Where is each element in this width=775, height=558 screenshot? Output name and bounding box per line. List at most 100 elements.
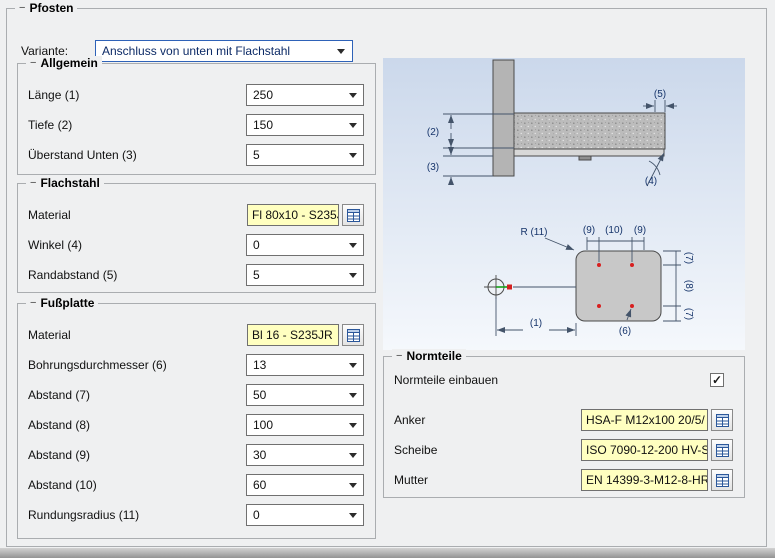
connection-preview-drawing: (2) (3) (5) (4) R (11) (9) (10) (9) (7) … bbox=[383, 58, 745, 350]
chevron-down-icon bbox=[349, 423, 357, 428]
group-title-text: Allgemein bbox=[40, 56, 97, 70]
randabstand-combobox[interactable]: 5 bbox=[246, 264, 364, 286]
normteile-einbauen-checkbox[interactable]: ✓ bbox=[710, 373, 724, 387]
chevron-down-icon bbox=[349, 513, 357, 518]
collapse-icon[interactable]: − bbox=[396, 349, 402, 363]
normteile-groupbox: − Normteile Normteile einbauen ✓ Anker H… bbox=[383, 356, 745, 498]
ueberstand-unten-label: Überstand Unten (3) bbox=[28, 144, 137, 166]
window-bottom-edge bbox=[0, 548, 775, 558]
anker-catalog-button[interactable] bbox=[711, 409, 733, 431]
anker-value: HSA-F M12x100 20/5/ bbox=[586, 413, 705, 427]
randabstand-label: Randabstand (5) bbox=[28, 264, 117, 286]
flat-steel-tab bbox=[579, 156, 591, 160]
mutter-value: EN 14399-3-M12-8-HR bbox=[586, 473, 708, 487]
material-fussplatte-catalog-button[interactable] bbox=[342, 324, 364, 346]
anker-field[interactable]: HSA-F M12x100 20/5/ bbox=[581, 409, 708, 431]
pfosten-group-title: − Pfosten bbox=[15, 1, 77, 15]
material-flachstahl-catalog-button[interactable] bbox=[342, 204, 364, 226]
anker-label: Anker bbox=[394, 409, 425, 431]
base-plate-shape bbox=[576, 251, 661, 321]
dimension-label-2: (2) bbox=[427, 127, 439, 138]
material-flachstahl-label: Material bbox=[28, 204, 71, 226]
tiefe-label: Tiefe (2) bbox=[28, 114, 72, 136]
fussplatte-group-title: − Fußplatte bbox=[26, 296, 98, 310]
abstand-9-label: Abstand (9) bbox=[28, 444, 90, 466]
material-value: Bl 16 - S235JR bbox=[252, 328, 333, 342]
dimension-label-9a: (9) bbox=[583, 225, 595, 236]
group-title-text: Flachstahl bbox=[40, 176, 99, 190]
combo-value: 5 bbox=[253, 148, 260, 162]
rundungsradius-combobox[interactable]: 0 bbox=[246, 504, 364, 526]
chevron-down-icon bbox=[349, 393, 357, 398]
dimension-label-9b: (9) bbox=[634, 225, 646, 236]
winkel-combobox[interactable]: 0 bbox=[246, 234, 364, 256]
scheibe-value: ISO 7090-12-200 HV-S bbox=[586, 443, 708, 457]
group-title-text: Normteile bbox=[406, 349, 461, 363]
abstand-7-combobox[interactable]: 50 bbox=[246, 384, 364, 406]
catalog-table-icon bbox=[347, 329, 360, 342]
flachstahl-group-title: − Flachstahl bbox=[26, 176, 104, 190]
collapse-icon[interactable]: − bbox=[19, 1, 25, 15]
material-flachstahl-field[interactable]: Fl 80x10 - S235JR bbox=[247, 204, 339, 226]
abstand-8-combobox[interactable]: 100 bbox=[246, 414, 364, 436]
bolt-hole bbox=[597, 304, 601, 308]
bolt-hole bbox=[597, 263, 601, 267]
bohrungsdurchmesser-combobox[interactable]: 13 bbox=[246, 354, 364, 376]
group-title-text: Pfosten bbox=[29, 1, 73, 15]
normteile-einbauen-label: Normteile einbauen bbox=[394, 369, 498, 391]
normteile-group-title: − Normteile bbox=[392, 349, 466, 363]
dimension-label-7b: (7) bbox=[683, 308, 694, 320]
chevron-down-icon bbox=[349, 483, 357, 488]
fussplatte-groupbox: − Fußplatte Material Bl 16 - S235JR Bohr… bbox=[17, 303, 376, 539]
dimension-label-7a: (7) bbox=[683, 252, 694, 264]
chevron-down-icon bbox=[337, 49, 345, 54]
ueberstand-unten-combobox[interactable]: 5 bbox=[246, 144, 364, 166]
chevron-down-icon bbox=[349, 243, 357, 248]
combo-value: 13 bbox=[253, 358, 266, 372]
combo-value: 30 bbox=[253, 448, 266, 462]
chevron-down-icon bbox=[349, 123, 357, 128]
group-title-text: Fußplatte bbox=[40, 296, 94, 310]
flat-steel-shape bbox=[514, 149, 664, 156]
material-fussplatte-label: Material bbox=[28, 324, 71, 346]
dimension-label-r11: R (11) bbox=[520, 227, 547, 238]
combo-value: 5 bbox=[253, 268, 260, 282]
dimension-label-10: (10) bbox=[605, 225, 623, 236]
chevron-down-icon bbox=[349, 153, 357, 158]
drawing-background bbox=[383, 58, 745, 350]
catalog-table-icon bbox=[716, 474, 729, 487]
mutter-field[interactable]: EN 14399-3-M12-8-HR bbox=[581, 469, 708, 491]
collapse-icon[interactable]: − bbox=[30, 56, 36, 70]
combo-value: 60 bbox=[253, 478, 266, 492]
chevron-down-icon bbox=[349, 93, 357, 98]
material-fussplatte-field[interactable]: Bl 16 - S235JR bbox=[247, 324, 339, 346]
scheibe-catalog-button[interactable] bbox=[711, 439, 733, 461]
tiefe-combobox[interactable]: 150 bbox=[246, 114, 364, 136]
material-value: Fl 80x10 - S235JR bbox=[252, 208, 339, 222]
allgemein-groupbox: − Allgemein Länge (1) 250 Tiefe (2) 150 … bbox=[17, 63, 376, 175]
collapse-icon[interactable]: − bbox=[30, 296, 36, 310]
scheibe-field[interactable]: ISO 7090-12-200 HV-S bbox=[581, 439, 708, 461]
check-icon: ✓ bbox=[712, 374, 722, 386]
winkel-label: Winkel (4) bbox=[28, 234, 82, 256]
combo-value: 250 bbox=[253, 88, 273, 102]
collapse-icon[interactable]: − bbox=[30, 176, 36, 190]
mutter-catalog-button[interactable] bbox=[711, 469, 733, 491]
flachstahl-groupbox: − Flachstahl Material Fl 80x10 - S235JR … bbox=[17, 183, 376, 293]
dimension-label-1: (1) bbox=[530, 318, 542, 329]
laenge-combobox[interactable]: 250 bbox=[246, 84, 364, 106]
chevron-down-icon bbox=[349, 453, 357, 458]
chevron-down-icon bbox=[349, 273, 357, 278]
abstand-8-label: Abstand (8) bbox=[28, 414, 90, 436]
bolt-hole bbox=[630, 263, 634, 267]
combo-value: 0 bbox=[253, 238, 260, 252]
bolt-hole bbox=[630, 304, 634, 308]
scheibe-label: Scheibe bbox=[394, 439, 437, 461]
abstand-10-combobox[interactable]: 60 bbox=[246, 474, 364, 496]
rundungsradius-label: Rundungsradius (11) bbox=[28, 504, 139, 526]
allgemein-group-title: − Allgemein bbox=[26, 56, 102, 70]
variante-value: Anschluss von unten mit Flachstahl bbox=[102, 44, 290, 58]
abstand-9-combobox[interactable]: 30 bbox=[246, 444, 364, 466]
variante-dropdown[interactable]: Anschluss von unten mit Flachstahl bbox=[95, 40, 353, 62]
dimension-label-8: (8) bbox=[683, 280, 694, 292]
